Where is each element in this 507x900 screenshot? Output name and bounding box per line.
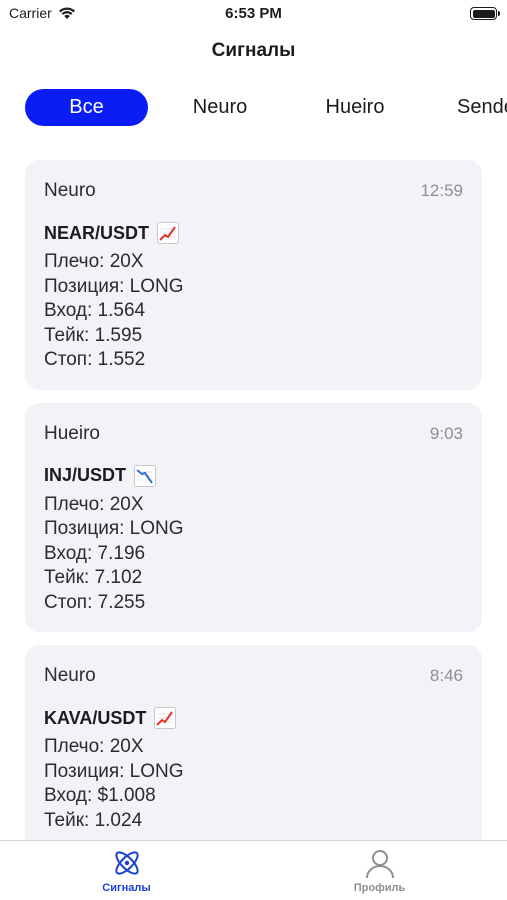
signal-time: 9:03	[429, 423, 463, 443]
signal-detail-line: Позиция: LONG	[44, 760, 184, 782]
signal-detail-line: Стоп: 1.552	[44, 349, 146, 370]
signal-feed: Neuro 12:59 NEAR/USDT Плечо: 20X Позиция…	[25, 160, 482, 863]
signal-time: 8:46	[429, 666, 463, 685]
signal-source: Hueiro	[44, 422, 100, 444]
signal-detail-line: Тейк: 7.102	[44, 567, 143, 588]
signal-source: Neuro	[44, 180, 96, 201]
filter-chip-neuro[interactable]: Neuro	[178, 89, 262, 126]
person-icon	[365, 850, 394, 879]
atom-icon	[114, 851, 139, 875]
signal-detail-line: Вход: 1.564	[44, 300, 146, 321]
signal-detail-line: Стоп: 7.255	[44, 591, 146, 613]
chart-up-icon	[154, 707, 177, 729]
signal-detail-line: Вход: 7.196	[44, 542, 146, 564]
signal-detail-line: Плечо: 20X	[44, 736, 144, 757]
filter-chip-sender[interactable]: Sende	[449, 89, 507, 126]
signal-detail-line: Плечо: 20X	[44, 251, 144, 272]
filter-bar: Все Neuro Hueiro Sende	[25, 89, 507, 126]
signal-detail-line: Позиция: LONG	[44, 518, 184, 539]
tab-label: Профиль	[353, 882, 406, 894]
chart-up-icon	[157, 222, 180, 244]
signal-pair: KAVA/USDT	[44, 707, 147, 728]
status-bar: Carrier 6:53 PM	[0, 0, 507, 30]
signal-detail-line: Плечо: 20X	[44, 493, 144, 515]
signal-card[interactable]: Neuro 8:46 KAVA/USDT Плечо: 20X Позиция:…	[25, 645, 482, 850]
tab-profile[interactable]: Профиль	[253, 841, 506, 900]
signal-time: 12:59	[420, 181, 463, 200]
signal-card[interactable]: Neuro 12:59 NEAR/USDT Плечо: 20X Позиция…	[25, 160, 482, 390]
page-title: Сигналы	[211, 40, 296, 61]
signal-source: Neuro	[44, 665, 96, 686]
signal-detail-line: Вход: $1.008	[44, 785, 156, 806]
signal-pair: NEAR/USDT	[44, 222, 150, 243]
status-time: 6:53 PM	[225, 5, 282, 22]
filter-chip-all[interactable]: Все	[25, 89, 148, 126]
tab-bar: Сигналы Профиль	[0, 840, 507, 900]
filter-chip-hueiro[interactable]: Hueiro	[311, 89, 399, 126]
signal-detail-line: Позиция: LONG	[44, 275, 184, 297]
signal-detail-line: Тейк: 1.595	[44, 324, 143, 346]
battery-icon	[470, 7, 500, 20]
signal-card[interactable]: Hueiro 9:03 INJ/USDT Плечо: 20X Позиция:…	[25, 402, 482, 632]
tab-signals[interactable]: Сигналы	[0, 841, 253, 900]
signal-pair: INJ/USDT	[44, 465, 127, 485]
tab-label: Сигналы	[102, 882, 151, 894]
signal-detail-line: Тейк: 1.024	[44, 809, 143, 831]
chart-down-icon	[134, 464, 157, 487]
